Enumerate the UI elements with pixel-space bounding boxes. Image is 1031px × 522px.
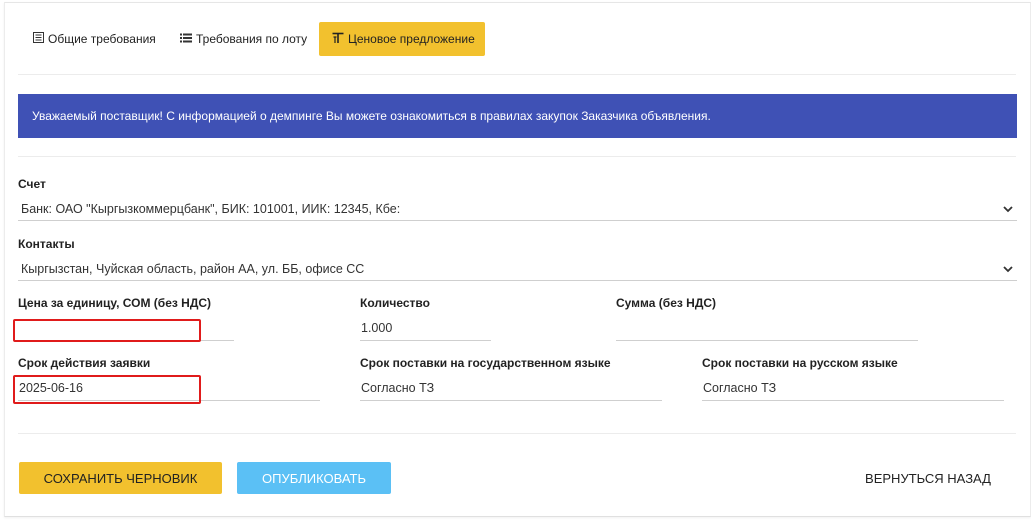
- dumping-info-banner: Уважаемый поставщик! С информацией о дем…: [18, 94, 1017, 138]
- validation-highlight: [13, 375, 201, 404]
- quantity-label: Количество: [360, 296, 430, 310]
- list-icon: [180, 32, 192, 46]
- chevron-down-icon: [1001, 202, 1015, 216]
- document-list-icon: [33, 32, 44, 46]
- tab-price-offer[interactable]: Ценовое предложение: [319, 22, 485, 56]
- sum-field[interactable]: [616, 315, 918, 341]
- contacts-label: Контакты: [18, 237, 75, 251]
- tab-general-requirements[interactable]: Общие требования: [20, 22, 169, 56]
- tab-label: Ценовое предложение: [348, 32, 475, 46]
- account-select[interactable]: Банк: ОАО "Кыргызкоммерцбанк", БИК: 1010…: [18, 197, 1017, 221]
- publish-button[interactable]: ОПУБЛИКОВАТЬ: [237, 462, 391, 494]
- tab-lot-requirements[interactable]: Требования по лоту: [167, 22, 320, 56]
- delivery-ru-label: Срок поставки на русском языке: [702, 356, 898, 370]
- delivery-ru-value: Согласно ТЗ: [703, 380, 777, 395]
- unit-price-label: Цена за единицу, СОМ (без НДС): [18, 296, 212, 310]
- delivery-state-value: Согласно ТЗ: [361, 380, 435, 395]
- banner-text: Уважаемый поставщик! С информацией о дем…: [32, 109, 711, 123]
- save-draft-button[interactable]: СОХРАНИТЬ ЧЕРНОВИК: [19, 462, 222, 494]
- tab-label: Требования по лоту: [196, 32, 308, 46]
- account-label: Счет: [18, 177, 46, 191]
- delivery-ru-input[interactable]: Согласно ТЗ: [702, 375, 1004, 401]
- delivery-state-input[interactable]: Согласно ТЗ: [360, 375, 662, 401]
- divider: [18, 433, 1016, 434]
- tab-label: Общие требования: [48, 32, 156, 46]
- validation-highlight: [13, 319, 201, 342]
- account-select-value: Банк: ОАО "Кыргызкоммерцбанк", БИК: 1010…: [21, 201, 401, 216]
- delivery-state-label: Срок поставки на государственном языке: [360, 356, 611, 370]
- quantity-value: 1.000: [361, 320, 393, 335]
- sum-label: Сумма (без НДС): [616, 296, 717, 310]
- divider: [18, 74, 1016, 75]
- chevron-down-icon: [1001, 262, 1015, 276]
- contacts-select-value: Кыргызстан, Чуйская область, район АА, у…: [21, 261, 365, 276]
- quantity-field[interactable]: 1.000: [360, 315, 491, 341]
- price-text-icon: [332, 32, 344, 47]
- contacts-select[interactable]: Кыргызстан, Чуйская область, район АА, у…: [18, 257, 1017, 281]
- divider: [18, 156, 1016, 157]
- validity-label: Срок действия заявки: [18, 356, 151, 370]
- go-back-button[interactable]: ВЕРНУТЬСЯ НАЗАД: [850, 462, 1006, 494]
